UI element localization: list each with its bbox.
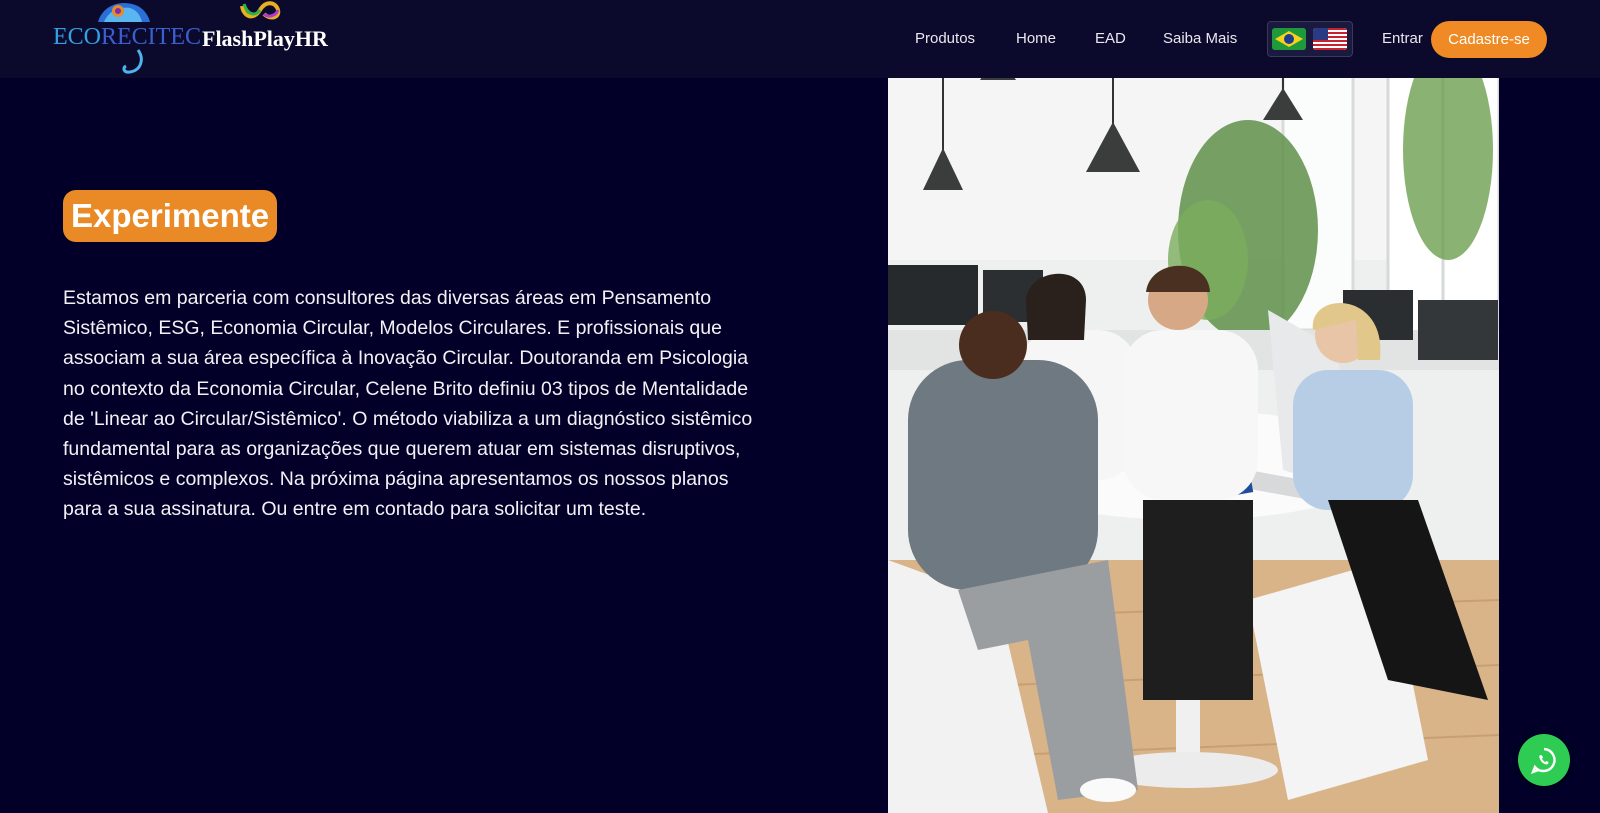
whatsapp-button[interactable] bbox=[1518, 734, 1570, 786]
whatsapp-icon bbox=[1530, 747, 1556, 774]
signup-button[interactable]: Cadastre-se bbox=[1431, 21, 1547, 58]
logo-text-part2: RECITEC bbox=[101, 24, 201, 50]
flashplayhr-logo[interactable]: FlashPlayHR bbox=[202, 26, 328, 52]
office-meeting-photo bbox=[888, 0, 1499, 813]
nav-produtos[interactable]: Produtos bbox=[915, 30, 975, 47]
top-navigation-bar: ECORECITEC FlashPlayHR Produtos Home EAD… bbox=[0, 0, 1600, 78]
logo-text-part1: ECO bbox=[53, 24, 101, 50]
infinity-logo-icon bbox=[240, 1, 281, 20]
ecorecitec-logo-text: ECORECITEC bbox=[53, 24, 201, 51]
intro-paragraph: Estamos em parceria com consultores das … bbox=[63, 287, 753, 521]
flag-brazil-icon[interactable] bbox=[1272, 28, 1306, 50]
flag-usa-icon[interactable] bbox=[1313, 28, 1347, 50]
nav-home[interactable]: Home bbox=[1016, 30, 1056, 47]
login-link[interactable]: Entrar bbox=[1382, 30, 1423, 47]
language-selector bbox=[1267, 21, 1353, 57]
section-badge: Experimente bbox=[63, 190, 278, 242]
nav-saiba-mais[interactable]: Saiba Mais bbox=[1163, 30, 1237, 47]
nav-ead[interactable]: EAD bbox=[1095, 30, 1126, 47]
